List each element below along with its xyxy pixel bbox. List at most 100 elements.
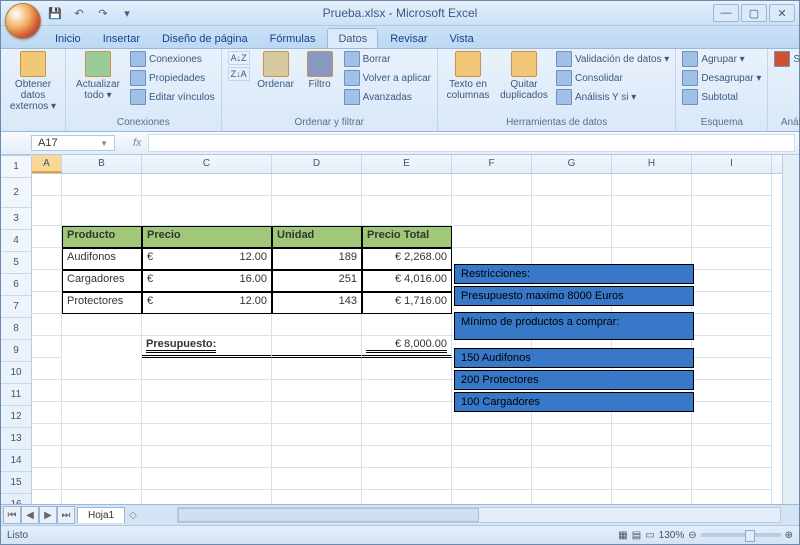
text-to-columns-button[interactable]: Texto en columnas: [444, 51, 492, 101]
cell-A14[interactable]: [32, 468, 62, 490]
cell-E12[interactable]: [362, 424, 452, 446]
row-header-6[interactable]: 6: [1, 274, 31, 296]
cell-H1[interactable]: [612, 174, 692, 196]
cell-D11[interactable]: [272, 402, 362, 424]
formula-input[interactable]: [148, 134, 795, 152]
cell-G2[interactable]: [532, 196, 612, 226]
ungroup-button[interactable]: Desagrupar ▾: [682, 70, 761, 86]
cell-F13[interactable]: [452, 446, 532, 468]
tab-inicio[interactable]: Inicio: [45, 29, 91, 48]
cell-A12[interactable]: [32, 424, 62, 446]
cell-E3[interactable]: Precio Total: [362, 226, 452, 248]
cell-I8[interactable]: [692, 336, 772, 358]
cell-E11[interactable]: [362, 402, 452, 424]
cell-C10[interactable]: [142, 380, 272, 402]
cell-D7[interactable]: [272, 314, 362, 336]
cell-G3[interactable]: [532, 226, 612, 248]
cell-A6[interactable]: [32, 292, 62, 314]
cell-B4[interactable]: Audifonos: [62, 248, 142, 270]
zoom-thumb[interactable]: [745, 530, 755, 542]
cell-I10[interactable]: [692, 380, 772, 402]
cell-C14[interactable]: [142, 468, 272, 490]
cell-E10[interactable]: [362, 380, 452, 402]
cell-C4[interactable]: €12.00: [142, 248, 272, 270]
cell-C1[interactable]: [142, 174, 272, 196]
tab-formulas[interactable]: Fórmulas: [260, 29, 326, 48]
name-box[interactable]: A17▼: [31, 135, 115, 151]
row-header-2[interactable]: 2: [1, 178, 31, 208]
cell-I11[interactable]: [692, 402, 772, 424]
cell-H12[interactable]: [612, 424, 692, 446]
cell-B6[interactable]: Protectores: [62, 292, 142, 314]
sort-az-button[interactable]: A↓Z: [228, 51, 250, 65]
tab-insertar[interactable]: Insertar: [93, 29, 150, 48]
cell-I5[interactable]: [692, 270, 772, 292]
cell-C7[interactable]: [142, 314, 272, 336]
cell-B13[interactable]: [62, 446, 142, 468]
zoom-out-button[interactable]: ⊖: [688, 530, 696, 541]
cell-C15[interactable]: [142, 490, 272, 504]
data-validation-button[interactable]: Validación de datos ▾: [556, 51, 669, 67]
cell-C11[interactable]: [142, 402, 272, 424]
view-normal-icon[interactable]: ▦: [618, 530, 627, 541]
cell-I12[interactable]: [692, 424, 772, 446]
solver-button[interactable]: Solver: [774, 51, 800, 67]
cell-E9[interactable]: [362, 358, 452, 380]
cell-A4[interactable]: [32, 248, 62, 270]
advanced-button[interactable]: Avanzadas: [344, 89, 431, 105]
cell-E2[interactable]: [362, 196, 452, 226]
row-header-9[interactable]: 9: [1, 340, 31, 362]
cell-I4[interactable]: [692, 248, 772, 270]
sort-button[interactable]: Ordenar: [256, 51, 296, 90]
cell-A13[interactable]: [32, 446, 62, 468]
row-header-10[interactable]: 10: [1, 362, 31, 384]
cell-A10[interactable]: [32, 380, 62, 402]
col-header-G[interactable]: G: [532, 155, 612, 173]
cell-G12[interactable]: [532, 424, 612, 446]
cell-C9[interactable]: [142, 358, 272, 380]
tab-revisar[interactable]: Revisar: [380, 29, 437, 48]
cell-D12[interactable]: [272, 424, 362, 446]
cell-G13[interactable]: [532, 446, 612, 468]
cell-G14[interactable]: [532, 468, 612, 490]
sort-za-button[interactable]: Z↓A: [228, 67, 250, 81]
cell-E8[interactable]: € 8,000.00: [362, 336, 452, 358]
cell-I9[interactable]: [692, 358, 772, 380]
cell-C8[interactable]: Presupuesto:: [142, 336, 272, 358]
view-layout-icon[interactable]: ▤: [632, 530, 641, 541]
properties-button[interactable]: Propiedades: [130, 70, 215, 86]
cell-B5[interactable]: Cargadores: [62, 270, 142, 292]
cell-E1[interactable]: [362, 174, 452, 196]
row-header-8[interactable]: 8: [1, 318, 31, 340]
what-if-button[interactable]: Análisis Y si ▾: [556, 89, 669, 105]
cell-H15[interactable]: [612, 490, 692, 504]
vertical-scrollbar[interactable]: [782, 155, 799, 504]
spreadsheet-grid[interactable]: 1234567891011121314151617 ABCDEFGHI Prod…: [1, 155, 799, 504]
cell-E14[interactable]: [362, 468, 452, 490]
qat-dropdown-icon[interactable]: ▾: [117, 4, 137, 22]
reapply-button[interactable]: Volver a aplicar: [344, 70, 431, 86]
col-header-H[interactable]: H: [612, 155, 692, 173]
redo-icon[interactable]: ↷: [93, 4, 113, 22]
cell-H2[interactable]: [612, 196, 692, 226]
row-header-13[interactable]: 13: [1, 428, 31, 450]
row-header-3[interactable]: 3: [1, 208, 31, 230]
edit-links-button[interactable]: Editar vínculos: [130, 89, 215, 105]
cell-A2[interactable]: [32, 196, 62, 226]
cell-D5[interactable]: 251: [272, 270, 362, 292]
sheet-tab-hoja1[interactable]: Hoja1: [77, 507, 125, 523]
cell-D6[interactable]: 143: [272, 292, 362, 314]
cell-H3[interactable]: [612, 226, 692, 248]
row-header-15[interactable]: 15: [1, 472, 31, 494]
cell-D1[interactable]: [272, 174, 362, 196]
office-button[interactable]: [5, 3, 41, 39]
cells-area[interactable]: ProductoPrecioUnidadPrecio TotalAudifono…: [32, 174, 782, 504]
tab-vista[interactable]: Vista: [440, 29, 484, 48]
tab-datos[interactable]: Datos: [327, 28, 378, 48]
cell-A15[interactable]: [32, 490, 62, 504]
cell-C2[interactable]: [142, 196, 272, 226]
cell-D15[interactable]: [272, 490, 362, 504]
undo-icon[interactable]: ↶: [69, 4, 89, 22]
zoom-slider[interactable]: [701, 533, 781, 537]
cell-D3[interactable]: Unidad: [272, 226, 362, 248]
